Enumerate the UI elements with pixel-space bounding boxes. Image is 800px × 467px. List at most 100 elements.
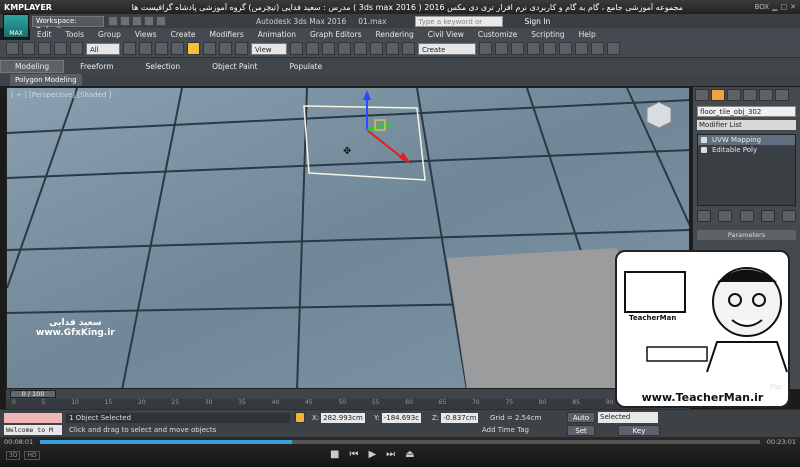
object-name-field[interactable]: floor_tile_obj_302 [697,106,796,117]
pivot-center-icon[interactable] [290,42,303,55]
menu-tools[interactable]: Tools [59,30,91,39]
trackbar[interactable]: 0510152025303540455055606570758085909510… [6,399,690,409]
new-file-icon[interactable] [108,16,118,26]
undo-icon[interactable] [144,16,154,26]
play-icon[interactable]: ▶ [368,449,376,460]
max-app-button[interactable]: MAX [3,14,29,38]
ribbon-tab-populate[interactable]: Populate [273,62,338,71]
flip-label[interactable]: Flip [770,383,782,391]
angle-snap-icon[interactable] [354,42,367,55]
ribbon-tab-freeform[interactable]: Freeform [64,62,129,71]
unlink-icon[interactable] [54,42,67,55]
menu-graph-editors[interactable]: Graph Editors [303,30,369,39]
undo-button[interactable] [6,42,19,55]
display-tab-icon[interactable] [759,89,773,101]
select-and-rotate-icon[interactable] [203,42,216,55]
rendered-frame-icon[interactable] [591,42,604,55]
show-end-result-icon[interactable] [718,210,733,222]
set-key-button[interactable]: Set Key [567,425,595,446]
modify-tab-icon[interactable] [711,89,725,101]
time-slider-thumb[interactable]: 0 / 100 [10,390,56,398]
percent-snap-icon[interactable] [370,42,383,55]
z-field[interactable]: -0.837cm [441,413,479,423]
link-icon[interactable] [38,42,51,55]
minimize-icon[interactable]: ▁ [772,3,777,11]
layer-explorer-icon[interactable] [511,42,524,55]
pin-stack-icon[interactable] [697,210,711,222]
menu-group[interactable]: Group [91,30,128,39]
redo-button[interactable] [22,42,35,55]
previous-icon[interactable]: ⏮ [349,449,358,460]
modifier-list-dropdown[interactable]: Modifier List [697,120,796,130]
curve-editor-icon[interactable] [527,42,540,55]
search-input[interactable]: Type a keyword or phrase [414,15,503,37]
stack-item-editable-poly[interactable]: Editable Poly [698,145,795,155]
select-manipulate-icon[interactable] [306,42,319,55]
named-selection-dropdown[interactable]: Create Selection Se [418,42,476,66]
open-file-icon[interactable] [120,16,130,26]
menu-help[interactable]: Help [572,30,603,39]
make-unique-icon[interactable] [739,210,754,222]
hierarchy-tab-icon[interactable] [727,89,741,101]
bind-space-warp-icon[interactable] [70,42,83,55]
window-crossing-icon[interactable] [171,42,184,55]
eject-icon[interactable]: ⏏ [405,449,414,460]
key-filters-button[interactable]: Key Filters... [618,425,660,446]
menu-rendering[interactable]: Rendering [368,30,420,39]
player-badge-hd[interactable]: HD [24,451,40,460]
stop-icon[interactable]: ■ [330,449,339,460]
schematic-view-icon[interactable] [543,42,556,55]
configure-sets-icon[interactable] [782,210,796,222]
next-icon[interactable]: ⏭ [386,449,395,460]
selection-lock-icon[interactable] [295,412,305,423]
auto-key-button[interactable]: Auto Key [567,412,595,433]
menu-create[interactable]: Create [164,30,203,39]
utilities-tab-icon[interactable] [775,89,789,101]
stack-item-uvw-mapping[interactable]: UVW Mapping [698,135,795,145]
keyboard-shortcut-icon[interactable] [322,42,335,55]
y-field[interactable]: -184.693c [381,413,422,423]
select-and-move-icon[interactable] [187,42,200,55]
menu-edit[interactable]: Edit [30,30,59,39]
menu-civil-view[interactable]: Civil View [421,30,471,39]
viewport-label[interactable]: [ + ] [Perspective] [Shaded ] [11,91,111,99]
x-field[interactable]: 282.993cm [321,413,365,423]
remove-modifier-icon[interactable] [760,210,775,222]
player-badge-3d[interactable]: 3D [6,451,21,460]
create-tab-icon[interactable] [695,89,709,101]
maxscript-listener-input[interactable] [4,413,62,423]
menu-customize[interactable]: Customize [471,30,524,39]
save-file-icon[interactable] [132,16,142,26]
select-object-icon[interactable] [123,42,136,55]
menu-modifiers[interactable]: Modifiers [203,30,251,39]
sign-in-link[interactable]: Sign In [525,17,551,26]
polygon-modeling-panel[interactable]: Polygon Modeling [10,74,82,86]
rectangular-selection-icon[interactable] [155,42,168,55]
menu-views[interactable]: Views [128,30,164,39]
light-bulb-icon[interactable] [701,137,707,143]
menu-scripting[interactable]: Scripting [524,30,571,39]
mirror-icon[interactable] [479,42,492,55]
motion-tab-icon[interactable] [743,89,757,101]
key-selection-dropdown[interactable]: Selected [598,412,658,423]
expand-icon[interactable] [701,147,707,153]
menu-animation[interactable]: Animation [251,30,303,39]
render-icon[interactable] [607,42,620,55]
add-time-tag[interactable]: Add Time Tag [482,425,529,435]
maximize-icon[interactable]: □ [781,3,788,11]
select-and-place-icon[interactable] [235,42,248,55]
edit-named-selection-icon[interactable] [402,42,415,55]
select-by-name-icon[interactable] [139,42,152,55]
ribbon-tab-object-paint[interactable]: Object Paint [196,62,273,71]
reference-coordinate-dropdown[interactable]: View [251,42,287,55]
redo-icon[interactable] [156,16,166,26]
close-icon[interactable]: ✕ [790,3,796,11]
maxscript-listener-output[interactable]: Welcome to M [4,425,62,435]
spinner-snap-icon[interactable] [386,42,399,55]
render-setup-icon[interactable] [575,42,588,55]
selection-filter-dropdown[interactable]: All [86,42,120,55]
perspective-viewport[interactable]: [ + ] [Perspective] [Shaded ] ✥ [6,87,690,389]
workspace-dropdown[interactable]: Workspace: Default [32,15,104,34]
ribbon-tab-modeling[interactable]: Modeling [0,59,65,73]
material-editor-icon[interactable] [559,42,572,55]
